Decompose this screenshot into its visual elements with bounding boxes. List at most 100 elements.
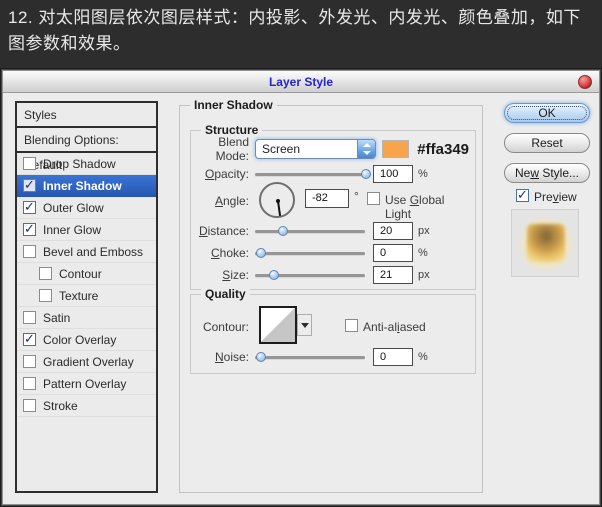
- style-checkbox[interactable]: [39, 267, 52, 280]
- layer-style-dialog: Layer Style Styles Blending Options: Def…: [2, 70, 600, 505]
- style-checkbox[interactable]: [23, 399, 36, 412]
- sidebar-item-gradient-overlay[interactable]: Gradient Overlay: [17, 351, 156, 373]
- noise-unit: %: [418, 351, 428, 363]
- sidebar-item-label: Stroke: [43, 398, 78, 413]
- sidebar-item-outer-glow[interactable]: Outer Glow: [17, 197, 156, 219]
- sidebar-item-bevel-and-emboss[interactable]: Bevel and Emboss: [17, 241, 156, 263]
- size-slider-thumb[interactable]: [269, 270, 280, 280]
- sidebar-item-blending-options[interactable]: Blending Options: Default: [17, 128, 156, 172]
- choke-input[interactable]: 0: [373, 244, 413, 262]
- distance-row: Distance: 20 px: [197, 221, 469, 241]
- style-checkbox[interactable]: [23, 199, 36, 215]
- new-style-button[interactable]: New Style...: [504, 163, 590, 183]
- sidebar-item-label: Texture: [59, 288, 99, 303]
- sidebar-style-list: Drop Shadow Inner Shadow Outer Glow Inner G…: [17, 153, 156, 417]
- sidebar-item-label: Outer Glow: [43, 200, 104, 215]
- ok-button[interactable]: OK: [504, 103, 590, 123]
- blend-mode-value: Screen: [262, 142, 301, 156]
- angle-dial[interactable]: [259, 182, 295, 218]
- distance-unit: px: [418, 225, 430, 237]
- choke-label: Choke:: [210, 246, 249, 260]
- sidebar-item-label: Pattern Overlay: [43, 376, 127, 391]
- preview-checkbox[interactable]: [516, 187, 529, 203]
- style-checkbox[interactable]: [23, 157, 36, 170]
- sidebar-item-label: Drop Shadow: [43, 156, 116, 171]
- style-checkbox[interactable]: [23, 331, 36, 347]
- angle-row: Angle: -82 ° Use Global Light: [197, 181, 469, 223]
- angle-input[interactable]: -82: [305, 189, 349, 208]
- noise-row: Noise: 0 %: [197, 347, 469, 367]
- reset-button[interactable]: Reset: [504, 133, 590, 153]
- noise-label: Noise:: [214, 350, 249, 364]
- sidebar-item-color-overlay[interactable]: Color Overlay: [17, 329, 156, 351]
- quality-group: Quality Contour: Anti-aliased Noise: 0 %: [190, 287, 476, 374]
- inner-shadow-panel: Inner Shadow Structure Blend Mode: Scree…: [179, 98, 483, 493]
- sidebar-item-label: Bevel and Emboss: [43, 244, 144, 259]
- blend-mode-row: Blend Mode: Screen #ffa349: [197, 135, 469, 163]
- use-global-light-label: Use Global Light: [385, 193, 445, 221]
- noise-input[interactable]: 0: [373, 348, 413, 366]
- sidebar-item-label: Satin: [43, 310, 71, 325]
- preview-thumbnail: [511, 209, 579, 277]
- anti-aliased-checkbox[interactable]: [345, 319, 358, 332]
- opacity-label: Opacity:: [204, 167, 249, 181]
- style-checkbox[interactable]: [23, 177, 36, 193]
- dialog-titlebar[interactable]: Layer Style: [3, 71, 599, 93]
- noise-slider[interactable]: [255, 351, 365, 363]
- sun-preview-blob: [527, 224, 565, 262]
- contour-label: Contour:: [202, 320, 249, 334]
- contour-thumbnail[interactable]: [259, 306, 297, 344]
- opacity-slider[interactable]: [255, 168, 371, 180]
- sidebar-item-inner-shadow[interactable]: Inner Shadow: [17, 175, 156, 197]
- choke-unit: %: [418, 247, 428, 259]
- sidebar-header-styles[interactable]: Styles: [17, 103, 156, 128]
- contour-dropdown-icon[interactable]: [297, 314, 312, 336]
- sidebar-item-satin[interactable]: Satin: [17, 307, 156, 329]
- choke-slider-thumb[interactable]: [256, 248, 267, 258]
- close-icon[interactable]: [578, 75, 592, 89]
- anti-aliased-label: Anti-aliased: [363, 320, 426, 334]
- style-checkbox[interactable]: [23, 355, 36, 368]
- size-slider[interactable]: [255, 269, 365, 281]
- sidebar-item-inner-glow[interactable]: Inner Glow: [17, 219, 156, 241]
- quality-legend: Quality: [201, 287, 250, 301]
- use-global-light-checkbox[interactable]: [367, 192, 380, 205]
- style-checkbox[interactable]: [23, 377, 36, 390]
- preview-label: Preview: [534, 190, 577, 204]
- sidebar-item-pattern-overlay[interactable]: Pattern Overlay: [17, 373, 156, 395]
- opacity-unit: %: [418, 168, 428, 180]
- styles-sidebar: Styles Blending Options: Default Drop Sh…: [15, 101, 158, 493]
- sidebar-item-label: Color Overlay: [43, 332, 117, 347]
- choke-row: Choke: 0 %: [197, 243, 469, 263]
- distance-label: Distance:: [198, 224, 249, 238]
- style-checkbox[interactable]: [23, 221, 36, 237]
- distance-slider[interactable]: [255, 225, 365, 237]
- style-checkbox[interactable]: [23, 245, 36, 258]
- color-hex-annotation: #ffa349: [417, 140, 469, 158]
- style-checkbox[interactable]: [39, 289, 52, 302]
- angle-label: Angle:: [214, 194, 249, 208]
- size-input[interactable]: 21: [373, 266, 413, 284]
- dialog-title: Layer Style: [268, 75, 334, 89]
- noise-slider-thumb[interactable]: [256, 352, 267, 362]
- sidebar-item-label: Inner Glow: [43, 222, 102, 237]
- size-label: Size:: [222, 268, 249, 282]
- blend-mode-select[interactable]: Screen: [255, 139, 377, 159]
- panel-title: Inner Shadow: [190, 98, 277, 112]
- sidebar-item-label: Contour: [59, 266, 102, 281]
- instruction-text: 12. 对太阳图层依次图层样式：内投影、外发光、内发光、颜色叠加，如下图参数和效…: [0, 0, 602, 68]
- opacity-slider-thumb[interactable]: [360, 169, 371, 179]
- structure-group: Structure Blend Mode: Screen #ffa349 Opa…: [190, 123, 476, 290]
- shadow-color-swatch[interactable]: [382, 140, 410, 158]
- angle-unit: °: [354, 189, 359, 203]
- sidebar-item-texture[interactable]: Texture: [17, 285, 156, 307]
- sidebar-item-label: Gradient Overlay: [43, 354, 134, 369]
- choke-slider[interactable]: [255, 247, 365, 259]
- distance-slider-thumb[interactable]: [278, 226, 289, 236]
- blend-mode-label: Blend Mode:: [215, 135, 249, 163]
- sidebar-item-stroke[interactable]: Stroke: [17, 395, 156, 417]
- style-checkbox[interactable]: [23, 311, 36, 324]
- stepper-icon[interactable]: [357, 140, 376, 158]
- distance-input[interactable]: 20: [373, 222, 413, 240]
- sidebar-item-contour[interactable]: Contour: [17, 263, 156, 285]
